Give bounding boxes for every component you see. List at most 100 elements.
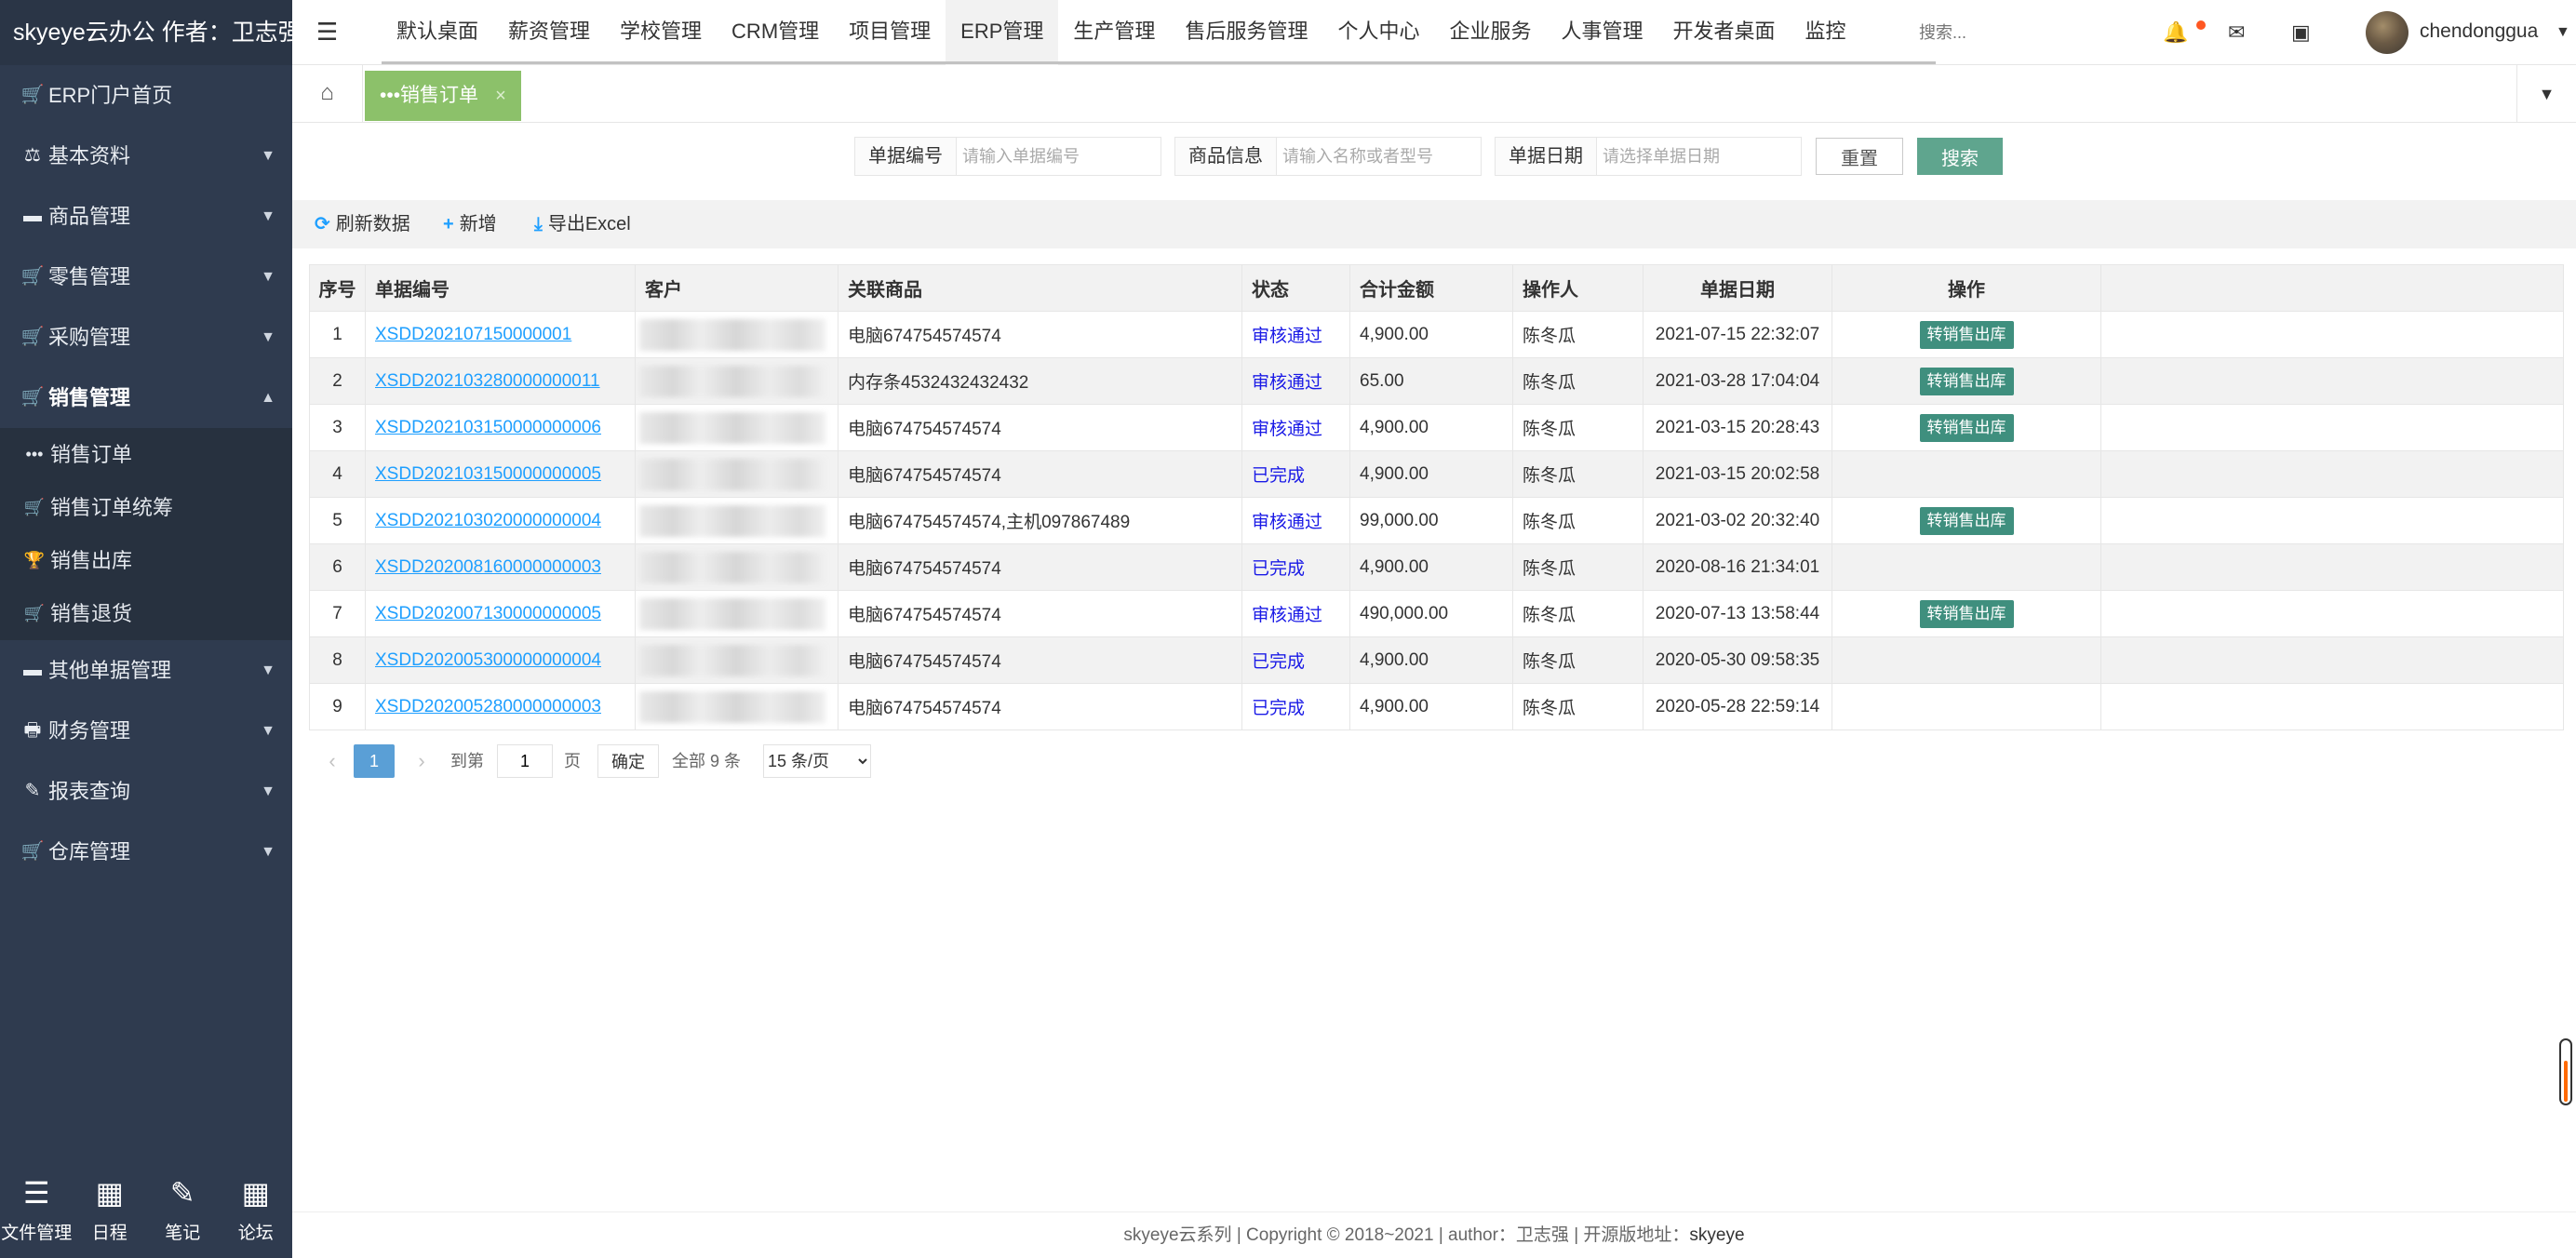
col-header-status[interactable]: 状态 <box>1241 264 1350 312</box>
col-header-operator[interactable]: 操作人 <box>1512 264 1644 312</box>
table-row[interactable]: 6 XSDD202008160000000003 电脑674754574574 已完成… <box>309 543 2564 591</box>
top-tab-hr[interactable]: 人事管理 <box>1546 0 1657 65</box>
search-button[interactable]: 搜索 <box>1917 138 2003 175</box>
sidebar-item-other-docs[interactable]: ▬ 其他单据管理 ▼ <box>0 640 292 701</box>
top-tab-crm[interactable]: CRM管理 <box>717 0 834 65</box>
table-row[interactable]: 5 XSDD202103020000000004 电脑674754574574,主机… <box>309 497 2564 544</box>
top-tab-erp[interactable]: ERP管理 <box>946 0 1059 65</box>
to-sales-outbound-button[interactable]: 转销售出库 <box>1919 599 2014 628</box>
footer-link[interactable]: skyeye <box>1689 1225 1744 1245</box>
top-tab-enterprise[interactable]: 企业服务 <box>1434 0 1546 65</box>
table-row[interactable]: 9 XSDD202005280000000003 电脑674754574574 已完成… <box>309 683 2564 730</box>
sidebar-subitem-sales-outbound[interactable]: 🏆 销售出库 <box>0 534 292 587</box>
col-header-date[interactable]: 单据日期 <box>1643 264 1832 312</box>
export-excel-button[interactable]: ⤓ 导出Excel <box>534 200 631 248</box>
sidebar-item-erp-home[interactable]: 🛒 ERP门户首页 <box>0 65 292 126</box>
table-row[interactable]: 2 XSDD202103280000000011 内存条4532432432432 审… <box>309 357 2564 405</box>
order-no-link[interactable]: XSDD202008160000000003 <box>375 557 601 577</box>
top-search-input[interactable] <box>1919 15 2124 50</box>
top-tab-developer[interactable]: 开发者桌面 <box>1658 0 1791 65</box>
chat-icon[interactable]: ✉ <box>2228 0 2245 65</box>
col-header-product[interactable]: 关联商品 <box>838 264 1242 312</box>
to-sales-outbound-button[interactable]: 转销售出库 <box>1919 506 2014 535</box>
sidebar-item-goods[interactable]: ▬ 商品管理 ▼ <box>0 186 292 247</box>
table-row[interactable]: 7 XSDD202007130000000005 电脑674754574574 审核通… <box>309 590 2564 637</box>
sidebar-subitem-sales-order-plan[interactable]: 🛒 销售订单统筹 <box>0 481 292 534</box>
top-tab-personal[interactable]: 个人中心 <box>1322 0 1434 65</box>
sidebar-subitem-sales-return[interactable]: 🛒 销售退货 <box>0 587 292 640</box>
table-row[interactable]: 4 XSDD202103150000000005 电脑674754574574 已完成… <box>309 450 2564 498</box>
prev-page-icon[interactable]: ‹ <box>318 744 346 778</box>
col-header-amount[interactable]: 合计金额 <box>1349 264 1513 312</box>
sidebar-item-purchase[interactable]: 🛒 采购管理 ▼ <box>0 307 292 368</box>
table-row[interactable]: 3 XSDD202103150000000006 电脑674754574574 审核通… <box>309 404 2564 451</box>
product-input[interactable] <box>1277 138 1482 175</box>
refresh-button[interactable]: ⟳ 刷新数据 <box>315 200 410 248</box>
sidebar-item-finance[interactable]: 🖶 财务管理 ▼ <box>0 701 292 761</box>
cell-product: 电脑674754574574 <box>838 404 1242 451</box>
order-no-link[interactable]: XSDD202103150000000005 <box>375 464 601 484</box>
close-icon[interactable]: × <box>495 86 506 106</box>
avatar[interactable] <box>2366 11 2408 54</box>
order-no-link[interactable]: XSDD202103280000000011 <box>375 371 600 391</box>
order-no-link[interactable]: XSDD202107150000001 <box>375 325 571 344</box>
thermometer-widget[interactable] <box>2559 1038 2572 1105</box>
sidebar-item-basic-data[interactable]: ⚖ 基本资料 ▼ <box>0 126 292 186</box>
menu-toggle-icon[interactable]: ☰ <box>316 0 338 65</box>
col-header-idx[interactable]: 序号 <box>309 264 366 312</box>
goto-confirm-button[interactable]: 确定 <box>597 744 659 778</box>
date-input[interactable] <box>1597 138 1802 175</box>
order-no-link[interactable]: XSDD202007130000000005 <box>375 604 601 623</box>
top-tab-after-sales[interactable]: 售后服务管理 <box>1170 0 1322 65</box>
chevron-down-icon[interactable]: ▼ <box>2556 0 2570 65</box>
to-sales-outbound-button[interactable]: 转销售出库 <box>1919 320 2014 349</box>
nav-scrollbar[interactable] <box>382 61 1936 64</box>
cell-filler <box>2100 404 2564 451</box>
sidebar-item-reports[interactable]: ✎ 报表查询 ▼ <box>0 761 292 822</box>
reset-button[interactable]: 重置 <box>1816 138 1903 175</box>
cell-date: 2021-03-15 20:02:58 <box>1643 450 1832 498</box>
caret-down-icon: ▼ <box>261 783 275 799</box>
refresh-icon: ⟳ <box>315 214 330 234</box>
order-no-link[interactable]: XSDD202103020000000004 <box>375 511 601 530</box>
home-icon[interactable]: ⌂ <box>292 65 363 123</box>
dock-schedule[interactable]: ▦ 日程 <box>74 1172 146 1244</box>
top-tab-project[interactable]: 项目管理 <box>834 0 946 65</box>
order-no-link[interactable]: XSDD202103150000000006 <box>375 418 601 437</box>
cell-action <box>1831 683 2101 730</box>
order-no-link[interactable]: XSDD202005280000000003 <box>375 697 601 716</box>
sidebar-item-retail[interactable]: 🛒 零售管理 ▼ <box>0 247 292 307</box>
lock-screen-icon[interactable]: ▣ <box>2291 0 2311 65</box>
top-tab-salary[interactable]: 薪资管理 <box>493 0 605 65</box>
order-no-input[interactable] <box>957 138 1161 175</box>
bell-icon[interactable]: 🔔 <box>2163 0 2188 65</box>
tab-sales-order[interactable]: •••销售订单 × <box>365 71 521 121</box>
dock-notes[interactable]: ✎ 笔记 <box>146 1172 219 1244</box>
dock-forum[interactable]: ▦ 论坛 <box>220 1172 292 1244</box>
username[interactable]: chendonggua <box>2420 0 2550 65</box>
sidebar-item-sales[interactable]: 🛒 销售管理 ▲ <box>0 368 292 428</box>
to-sales-outbound-button[interactable]: 转销售出库 <box>1919 367 2014 395</box>
add-button[interactable]: + 新增 <box>443 200 497 248</box>
order-no-link[interactable]: XSDD202005300000000004 <box>375 650 601 670</box>
goto-page-input[interactable] <box>497 744 553 778</box>
sidebar-item-label: 财务管理 <box>48 719 131 743</box>
page-number-current[interactable]: 1 <box>354 744 395 778</box>
top-tab-default-desktop[interactable]: 默认桌面 <box>382 0 493 65</box>
tab-more-icon[interactable]: ▼ <box>2516 65 2576 123</box>
sidebar-item-warehouse[interactable]: 🛒 仓库管理 ▼ <box>0 822 292 882</box>
top-tab-monitor[interactable]: 监控 <box>1791 0 1861 65</box>
cell-action <box>1831 543 2101 591</box>
table-row[interactable]: 8 XSDD202005300000000004 电脑674754574574 已完成… <box>309 636 2564 684</box>
col-header-customer[interactable]: 客户 <box>635 264 839 312</box>
table-row[interactable]: 1 XSDD202107150000001 电脑674754574574 审核通过 4,… <box>309 311 2564 358</box>
page-size-select[interactable]: 15 条/页 <box>763 744 871 778</box>
sidebar-subitem-sales-order[interactable]: ••• 销售订单 <box>0 428 292 481</box>
top-tab-school[interactable]: 学校管理 <box>605 0 717 65</box>
dock-file-manager[interactable]: ☰ 文件管理 <box>0 1172 73 1244</box>
cell-order-no: XSDD202005280000000003 <box>365 683 636 730</box>
top-tab-production[interactable]: 生产管理 <box>1058 0 1170 65</box>
col-header-order-no[interactable]: 单据编号 <box>365 264 636 312</box>
next-page-icon[interactable]: › <box>408 744 436 778</box>
to-sales-outbound-button[interactable]: 转销售出库 <box>1919 413 2014 442</box>
